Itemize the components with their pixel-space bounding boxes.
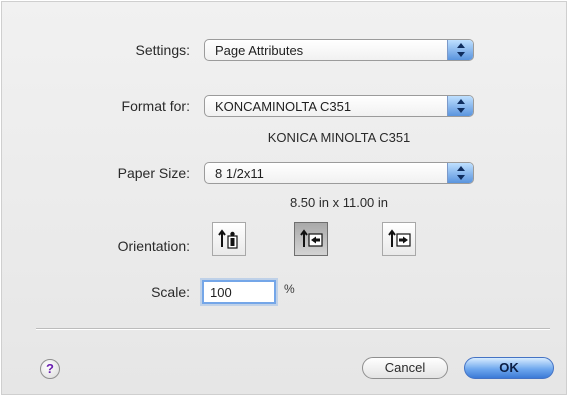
updown-chevron-icon (447, 96, 473, 116)
footer-divider (36, 328, 550, 329)
paper-dimensions-subtext: 8.50 in x 11.00 in (289, 195, 389, 210)
settings-popup-value: Page Attributes (215, 43, 304, 58)
updown-chevron-icon (447, 163, 473, 183)
scale-input[interactable] (202, 280, 276, 304)
help-question-icon[interactable]: ? (40, 359, 60, 379)
format-label: Format for: (121, 98, 190, 114)
settings-popup[interactable]: Page Attributes (204, 39, 474, 61)
format-popup-value: KONCAMINOLTA C351 (215, 99, 352, 114)
scale-percent-unit: % (284, 282, 295, 296)
cancel-button[interactable]: Cancel (362, 357, 448, 379)
scale-label: Scale: (151, 284, 190, 300)
paper-size-popup[interactable]: 8 1/2x11 (204, 162, 474, 184)
orientation-portrait-button[interactable] (212, 222, 246, 256)
paper-size-popup-value: 8 1/2x11 (215, 166, 264, 181)
landscape-left-orientation-icon (300, 229, 323, 247)
orientation-landscape-left-button[interactable] (294, 222, 328, 256)
printer-name-subtext: KONICA MINOLTA C351 (267, 130, 411, 145)
portrait-orientation-icon (218, 229, 238, 249)
settings-label: Settings: (135, 42, 190, 58)
orientation-label: Orientation: (117, 238, 190, 254)
paper-size-label: Paper Size: (117, 165, 190, 181)
landscape-right-orientation-icon (388, 229, 411, 247)
page-setup-dialog: Settings: Page Attributes Format for: KO… (1, 1, 567, 395)
format-for-popup[interactable]: KONCAMINOLTA C351 (204, 95, 474, 117)
orientation-landscape-right-button[interactable] (382, 222, 416, 256)
ok-button[interactable]: OK (464, 357, 554, 379)
updown-chevron-icon (447, 40, 473, 60)
